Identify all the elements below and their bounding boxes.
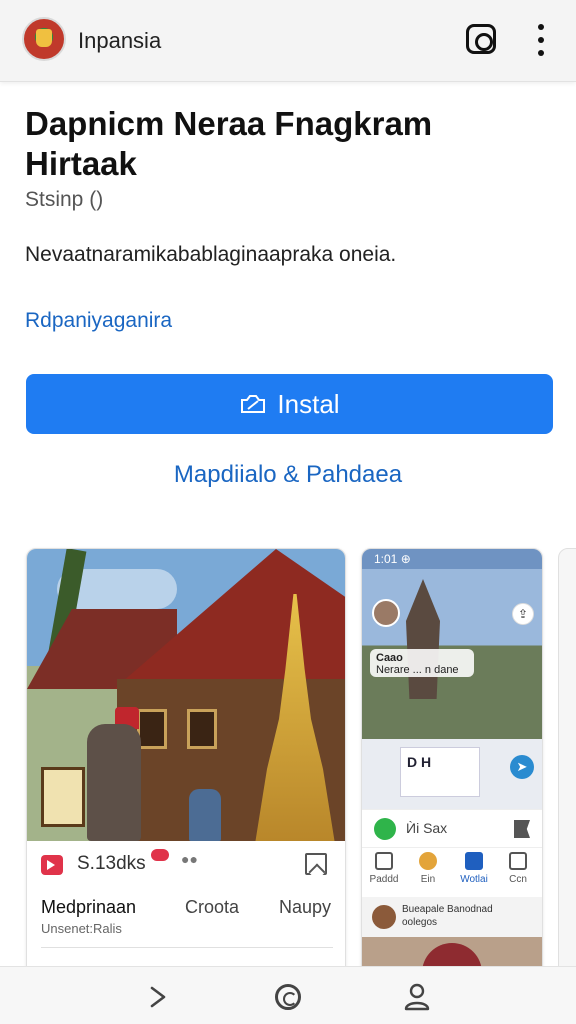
chat-icon: [374, 818, 396, 840]
tab-4: Ccn: [498, 852, 538, 885]
news-item: Bueapale Banodnad oolegos: [362, 897, 542, 937]
card-label-3: Naupy: [279, 897, 332, 917]
card-stat: S.13dks: [77, 853, 146, 874]
post-chip: Caao Nerare ... n dane: [370, 649, 474, 677]
secondary-link[interactable]: Mapdiialo & Pahdaea: [0, 461, 576, 489]
app-subtitle: Stsinp (): [25, 188, 104, 211]
media-strip: D H ➤: [362, 739, 542, 809]
actions-row: Ѝi Sax: [362, 809, 542, 847]
media-box: D H: [400, 747, 480, 797]
chevron-right-icon[interactable]: [146, 985, 170, 1009]
app-description: Nevaatnaramikabablaginaapraka oneia.: [25, 243, 397, 266]
news-thumbnail: [372, 905, 396, 929]
app-logo-icon[interactable]: [22, 17, 66, 61]
home-circle-icon[interactable]: [275, 984, 301, 1010]
dots-icon: ●●: [181, 851, 198, 867]
profile-icon[interactable]: [404, 983, 430, 1011]
phone-tab-bar: Paddd Ein Wotlai Ccn: [362, 847, 542, 897]
play-badge-icon: [41, 855, 63, 875]
news-text: Bueapale Banodnad oolegos: [402, 904, 493, 928]
developer-link[interactable]: Rdpaniyaganira: [25, 309, 172, 333]
screenshot-card-1[interactable]: S.13dks ●● Medprinaan Croota Naupy Unsen…: [26, 548, 346, 978]
card-label-2: Croota: [185, 897, 240, 917]
bookmark-icon[interactable]: [305, 853, 327, 875]
tab-1: Paddd: [364, 852, 404, 885]
card-1-footer: S.13dks ●● Medprinaan Croota Naupy Unsen…: [27, 841, 345, 977]
card-caption: Unsenet:Ralis: [41, 921, 122, 936]
app-title: Dapnicm Neraa Fnagkram Hirtaak: [25, 105, 433, 182]
phone-status-bar: 1:01 ⊕: [362, 549, 542, 569]
tab-3: Wotlai: [454, 852, 494, 885]
install-label: Instal: [277, 388, 340, 419]
temple-photo: [27, 549, 345, 841]
flag-icon: [514, 820, 530, 838]
divider: [41, 947, 333, 948]
brand-name: Inpansia: [78, 28, 162, 53]
share-icon: ⇪: [512, 603, 534, 625]
avatar: [372, 599, 400, 627]
card-label-1: Medprinaan: [41, 897, 137, 917]
more-vert-icon[interactable]: [532, 24, 550, 56]
install-button[interactable]: Instal: [26, 374, 553, 434]
actions-text: Ѝi Sax: [406, 820, 448, 836]
town-photo: ⇪ Caao Nerare ... n dane: [362, 569, 542, 739]
send-icon: ➤: [510, 755, 534, 779]
bottom-nav: [0, 966, 576, 1024]
install-icon: [239, 392, 267, 416]
screenshot-card-2[interactable]: 1:01 ⊕ ⇪ Caao Nerare ... n dane D H ➤ Ѝi…: [361, 548, 543, 978]
screenshot-card-3[interactable]: [558, 548, 576, 978]
top-app-bar: Inpansia: [0, 0, 576, 82]
tab-2: Ein: [408, 852, 448, 885]
instagram-icon[interactable]: [466, 24, 496, 54]
notification-pill: [151, 849, 169, 861]
